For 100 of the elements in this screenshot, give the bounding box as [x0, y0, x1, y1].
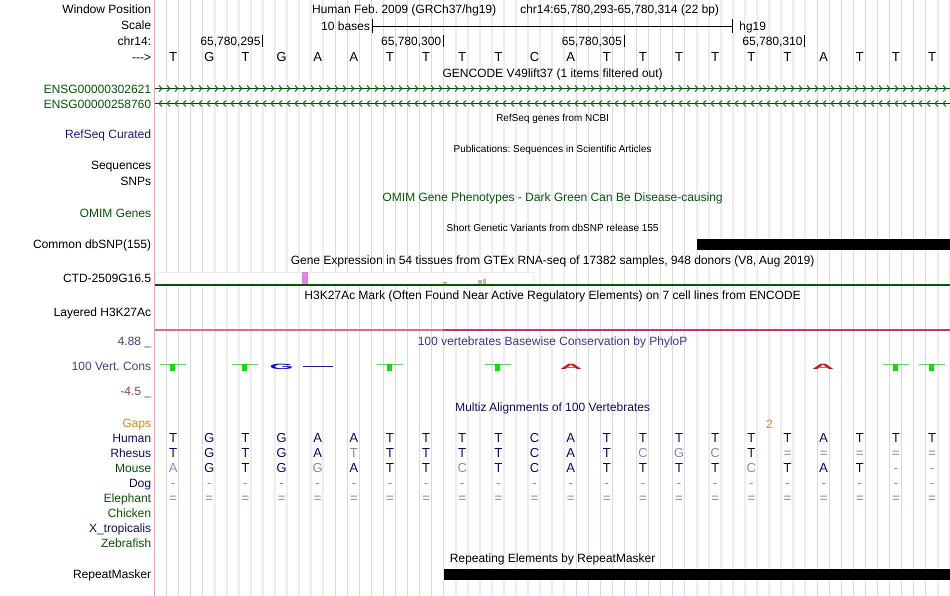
alignment-base: T [674, 460, 684, 474]
scale-label: 10 bases [320, 18, 371, 35]
track-label[interactable]: OMIM Genes [80, 204, 151, 222]
base-letter: A [312, 50, 323, 64]
base-letter: G [275, 50, 288, 64]
alignment-base: - [495, 476, 502, 490]
track-label[interactable]: Elephant [104, 488, 151, 506]
alignment-base: A [312, 446, 323, 460]
base-letter: T [926, 50, 937, 64]
alignment-base: = [385, 490, 395, 504]
alignment-base: T [674, 430, 684, 444]
alignment-base: = [276, 490, 286, 504]
base-letter: A [348, 50, 360, 64]
feature-segment [914, 568, 950, 580]
track-label[interactable]: chr14: [118, 32, 151, 50]
alignment-base: G [203, 446, 216, 460]
alignment-base: = [602, 490, 612, 504]
alignment-base: A [565, 430, 576, 444]
alignment-base: - [604, 476, 610, 490]
track-label[interactable]: Scale [120, 16, 151, 34]
alignment-base: - [712, 476, 718, 490]
alignment-base: T [602, 430, 612, 444]
track-label[interactable]: Mouse [114, 458, 151, 476]
track-label[interactable]: Zebrafish [100, 534, 151, 552]
track-label[interactable]: Sequences [90, 156, 151, 174]
alignment-base: = [927, 490, 937, 504]
alignment-base: T [602, 446, 612, 460]
alignment-base: C [528, 446, 540, 460]
base-letter: T [782, 50, 792, 64]
assembly-label: hg19 [738, 18, 767, 35]
track-label[interactable]: Window Position [62, 0, 151, 18]
conservation-bar [882, 362, 909, 370]
alignment-base: = [854, 446, 864, 460]
track-label[interactable]: ENSG00000258760 [44, 94, 151, 112]
track-label[interactable]: Common dbSNP(155) [32, 235, 151, 253]
alignment-base: T [746, 430, 756, 444]
alignment-base: A [565, 446, 576, 460]
alignment-base: T [638, 430, 648, 444]
track-label[interactable]: Dog [128, 474, 151, 492]
alignment-base: G [275, 430, 288, 444]
alignment-base: - [928, 460, 936, 474]
alignment-base: - [676, 476, 682, 490]
track-label[interactable]: Layered H3K27Ac [54, 303, 151, 321]
track-title: Short Genetic Variants from dbSNP release 155 [446, 222, 660, 236]
alignment-base: T [782, 430, 792, 444]
feature-segment [444, 568, 480, 580]
alignment-base: A [168, 460, 178, 474]
alignment-base: C [637, 446, 649, 460]
alignment-base: = [566, 490, 576, 504]
base-letter: A [565, 50, 576, 64]
alignment-base: = [890, 490, 901, 504]
track-label[interactable]: ---> [132, 48, 151, 66]
alignment-base: T [457, 430, 468, 444]
track-title: Publications: Sequences in Scientific Articles [452, 143, 652, 157]
alignment-base: - [892, 460, 899, 474]
ruler-tick: 65,780,305 [444, 34, 625, 46]
alignment-base: = [530, 490, 540, 504]
track-label[interactable]: Chicken [108, 504, 151, 522]
ruler-tick: 65,780,295 [155, 34, 264, 46]
conservation-bar [232, 362, 258, 370]
alignment-base: = [638, 490, 648, 504]
alignment-base: = [457, 490, 467, 504]
alignment-base: A [348, 460, 360, 474]
alignment-base: = [493, 490, 504, 504]
alignment-base: - [278, 476, 285, 490]
alignment-base: - [314, 476, 321, 490]
track-label[interactable]: Rhesus [110, 444, 151, 462]
alignment-base: = [240, 490, 250, 504]
alignment-base: T [421, 430, 431, 444]
track-label[interactable]: CTD-2509G16.5 [62, 268, 151, 286]
alignment-base: = [818, 446, 828, 460]
alignment-base: = [674, 490, 684, 504]
track-label[interactable]: 100 Vert. Cons [72, 357, 151, 375]
track-label[interactable]: Human [112, 428, 151, 446]
alignment-base: = [782, 446, 792, 460]
alignment-base: - [386, 476, 394, 490]
alignment-base: T [854, 430, 865, 444]
track-label[interactable]: X_tropicalis [88, 518, 151, 536]
track-label[interactable]: RefSeq Curated [64, 125, 151, 143]
feature-segment [914, 238, 950, 250]
track-title: H3K27Ac Mark (Often Found Near Active Regulatory Elements) on 7 cell lines from ENCODE [303, 287, 802, 304]
conservation-bar [376, 362, 403, 370]
alignment-base: - [170, 476, 176, 490]
alignment-base: - [567, 476, 574, 490]
alignment-base: - [820, 476, 827, 490]
axis-label: 4.88 _ [118, 333, 151, 350]
alignment-base: T [168, 430, 178, 444]
alignment-base: G [312, 460, 324, 474]
alignment-base: A [818, 460, 829, 474]
base-letter: T [240, 50, 250, 64]
alignment-base: G [203, 460, 216, 474]
alignment-base: T [926, 430, 937, 444]
track-label[interactable]: SNPs [120, 172, 151, 190]
base-letter: T [854, 50, 865, 64]
track-label[interactable]: RepeatMasker [72, 565, 151, 583]
conservation-bar [918, 362, 945, 370]
track-label[interactable]: ENSG00000302621 [44, 80, 151, 98]
alignment-base: = [890, 446, 901, 460]
alignment-base: - [350, 476, 357, 490]
alignment-base: = [312, 490, 322, 504]
